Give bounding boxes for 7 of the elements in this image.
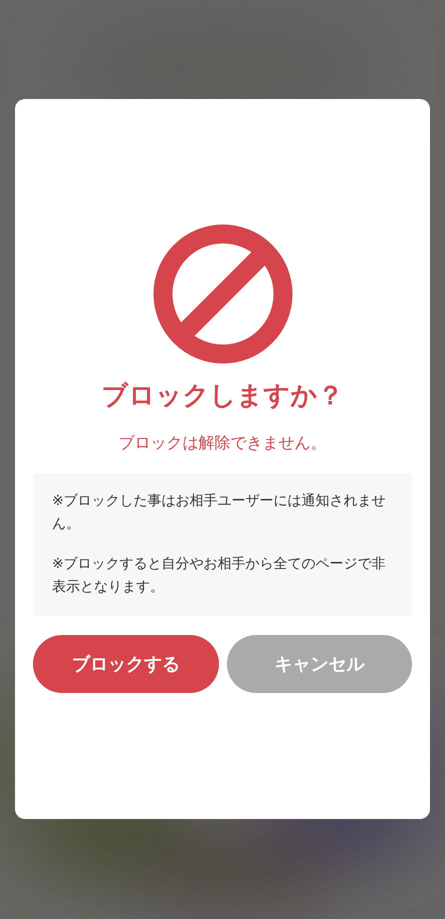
cancel-button[interactable]: キャンセル (226, 635, 412, 693)
note-text: ※ブロックすると自分やお相手から全てのページで非表示となります。 (52, 555, 387, 597)
dialog-subtitle: ブロックは解除できません。 (118, 432, 326, 454)
block-button[interactable]: ブロックする (33, 635, 218, 693)
prohibited-icon (152, 224, 292, 364)
dialog-title: ブロックしますか？ (102, 380, 344, 413)
note-text: ※ブロックした事はお相手ユーザーには通知されません。 (52, 492, 387, 534)
